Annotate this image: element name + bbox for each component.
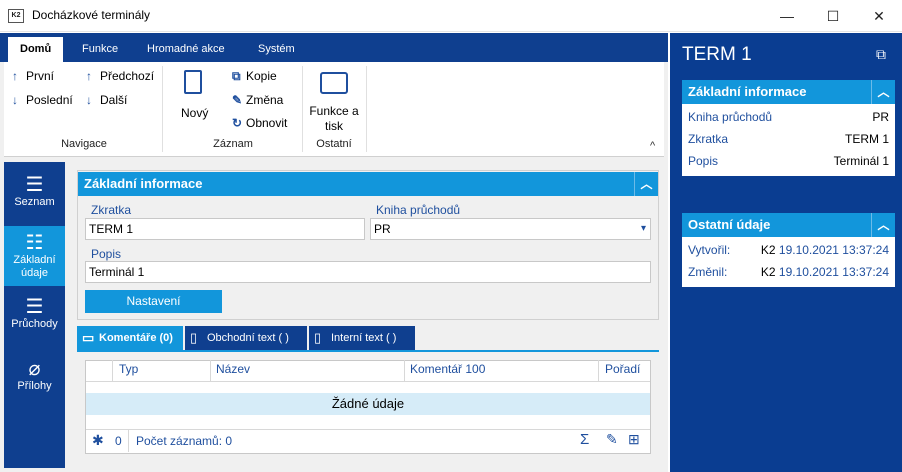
zkratka-label: Zkratka bbox=[91, 203, 132, 217]
document-icon: ▯ bbox=[314, 330, 322, 345]
first-button[interactable]: ↑ První bbox=[12, 69, 54, 83]
group-divider bbox=[366, 66, 367, 152]
arrow-up-first-icon: ↑ bbox=[12, 69, 18, 83]
grid-header bbox=[86, 361, 650, 382]
tab-funkce[interactable]: Funkce bbox=[70, 37, 130, 62]
group-divider bbox=[302, 66, 303, 152]
next-button[interactable]: ↓ Další bbox=[86, 93, 127, 107]
rp-row: Popis Terminál 1 bbox=[688, 154, 889, 168]
list-icon: ☰ bbox=[25, 296, 44, 318]
document-icon: ▯ bbox=[190, 330, 198, 345]
refresh-button[interactable]: ↻ Obnovit bbox=[232, 116, 287, 130]
rp-other-title: Ostatní údaje bbox=[688, 217, 771, 232]
arrow-up-icon: ↑ bbox=[86, 69, 92, 83]
sum-icon[interactable]: Σ bbox=[580, 431, 589, 448]
empty-row: Žádné údaje bbox=[86, 393, 650, 415]
rp-basic-title: Základní informace bbox=[688, 84, 807, 99]
tab-system[interactable]: Systém bbox=[246, 37, 307, 62]
nav-item-zakladni-udaje[interactable]: ☷ Základní údaje bbox=[4, 226, 65, 286]
app-logo-icon: K2 bbox=[8, 9, 24, 23]
chevron-up-icon[interactable]: ︿ bbox=[871, 80, 895, 104]
kniha-pruchodu-label: Kniha průchodů bbox=[376, 203, 461, 217]
column-divider bbox=[598, 360, 599, 382]
column-nazev[interactable]: Název bbox=[216, 362, 250, 376]
add-record-icon[interactable]: ⊞ bbox=[628, 431, 640, 448]
copy-button[interactable]: ⧉ Kopie bbox=[232, 69, 277, 84]
group-divider bbox=[162, 66, 163, 152]
window-title: Docházkové terminály bbox=[32, 8, 151, 22]
minimize-button[interactable]: — bbox=[764, 0, 810, 32]
tab-komentare[interactable]: ▭ Komentáře (0) bbox=[77, 326, 183, 350]
record-count: Počet záznamů: 0 bbox=[136, 434, 233, 448]
details-list-icon: ☷ bbox=[25, 232, 44, 254]
basic-info-title: Základní informace bbox=[84, 176, 203, 191]
rp-row: Kniha průchodů PR bbox=[688, 110, 889, 124]
column-divider bbox=[404, 360, 405, 382]
rp-row: Změnil: K2 19.10.2021 13:37:24 bbox=[688, 265, 889, 279]
list-icon: ☰ bbox=[25, 174, 44, 196]
comment-icon: ▭ bbox=[82, 330, 95, 345]
tab-hromadne-akce[interactable]: Hromadné akce bbox=[135, 37, 237, 62]
new-document-icon bbox=[184, 70, 202, 94]
kniha-pruchodu-select[interactable]: PR ▾ bbox=[370, 218, 651, 240]
rp-other-header: Ostatní údaje ︿ bbox=[682, 213, 895, 237]
new-button[interactable]: Nový bbox=[181, 106, 208, 120]
chevron-up-icon[interactable]: ︿ bbox=[871, 213, 895, 237]
group-label-zaznam: Záznam bbox=[213, 138, 253, 150]
refresh-icon: ↻ bbox=[232, 116, 243, 130]
pencil-icon: ✎ bbox=[232, 93, 243, 107]
column-divider bbox=[112, 360, 113, 382]
column-komentar[interactable]: Komentář 100 bbox=[410, 362, 485, 376]
basic-info-header: Základní informace ︿ bbox=[78, 172, 658, 196]
close-button[interactable]: ✕ bbox=[856, 0, 902, 32]
zkratka-field[interactable]: TERM 1 bbox=[85, 218, 365, 240]
printer-icon bbox=[320, 72, 348, 94]
popis-field[interactable]: Terminál 1 bbox=[85, 261, 651, 283]
column-divider bbox=[210, 360, 211, 382]
tab-underline bbox=[77, 350, 659, 352]
nav-item-seznam[interactable]: ☰ Seznam bbox=[4, 168, 65, 224]
copy-icon: ⧉ bbox=[232, 69, 241, 83]
settings-button[interactable]: Nastavení bbox=[85, 290, 222, 313]
ribbon-collapse-icon[interactable]: ^ bbox=[650, 140, 655, 152]
rp-basic-header: Základní informace ︿ bbox=[682, 80, 895, 104]
nav-item-prilohy[interactable]: ⌀ Přílohy bbox=[4, 354, 65, 410]
chevron-up-icon[interactable]: ︿ bbox=[634, 172, 658, 196]
tab-domu[interactable]: Domů bbox=[8, 37, 64, 62]
popis-label: Popis bbox=[91, 247, 122, 261]
right-panel-title: TERM 1 bbox=[682, 44, 752, 65]
paperclip-icon: ⌀ bbox=[28, 358, 41, 380]
change-button[interactable]: ✎ Změna bbox=[232, 93, 283, 107]
pencil-icon[interactable]: ✎ bbox=[606, 431, 618, 448]
rp-row: Zkratka TERM 1 bbox=[688, 132, 889, 146]
column-poradi[interactable]: Pořadí bbox=[605, 362, 640, 376]
footer-divider bbox=[128, 430, 129, 452]
dropdown-icon[interactable]: ▾ bbox=[641, 219, 646, 239]
arrow-down-last-icon: ↓ bbox=[12, 93, 18, 107]
filter-icon[interactable]: ✱ bbox=[92, 432, 104, 449]
maximize-button[interactable]: ☐ bbox=[810, 0, 856, 32]
group-label-ostatni: Ostatní bbox=[316, 138, 352, 150]
tab-interni-text[interactable]: ▯ Interní text ( ) bbox=[309, 326, 415, 350]
group-label-navigace: Navigace bbox=[61, 138, 107, 150]
nav-item-pruchody[interactable]: ☰ Průchody bbox=[4, 292, 65, 348]
functions-print-button[interactable]: Funkce a tisk bbox=[306, 104, 362, 134]
column-typ[interactable]: Typ bbox=[119, 362, 138, 376]
previous-button[interactable]: ↑ Předchozí bbox=[86, 69, 154, 83]
filter-count: 0 bbox=[115, 434, 122, 448]
arrow-down-icon: ↓ bbox=[86, 93, 92, 107]
rp-row: Vytvořil: K2 19.10.2021 13:37:24 bbox=[688, 243, 889, 257]
popout-icon[interactable]: ⧉ bbox=[876, 46, 886, 63]
tab-obchodni-text[interactable]: ▯ Obchodní text ( ) bbox=[185, 326, 307, 350]
last-button[interactable]: ↓ Poslední bbox=[12, 93, 73, 107]
